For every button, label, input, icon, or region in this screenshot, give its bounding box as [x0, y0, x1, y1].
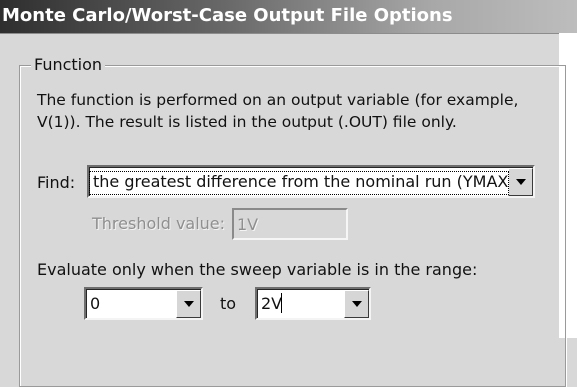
function-description: The function is performed on an output v…: [37, 89, 557, 133]
range-from-dropdown-button[interactable]: [176, 290, 201, 318]
range-label: Evaluate only when the sweep variable is…: [37, 260, 478, 279]
range-from-dropdown[interactable]: 0: [84, 287, 203, 320]
threshold-label: Threshold value:: [92, 214, 226, 233]
range-to-dropdown-button[interactable]: [344, 290, 369, 318]
chevron-down-icon: [351, 301, 362, 307]
function-group-label: Function: [31, 55, 106, 74]
threshold-value: 1V: [237, 215, 259, 234]
text-caret: [281, 293, 282, 313]
find-focus-indicator: [89, 171, 509, 195]
window-title: Monte Carlo/Worst-Case Output File Optio…: [2, 5, 453, 26]
description-line-2: V(1)). The result is listed in the outpu…: [37, 113, 457, 131]
range-to-value: 2V: [261, 294, 283, 313]
range-to-label: to: [220, 294, 237, 313]
chevron-down-icon: [183, 301, 194, 307]
title-bar: Monte Carlo/Worst-Case Output File Optio…: [0, 0, 577, 34]
range-to-dropdown[interactable]: 2V: [255, 287, 371, 320]
threshold-input: 1V: [232, 208, 348, 240]
description-line-1: The function is performed on an output v…: [37, 91, 519, 109]
find-dropdown-button[interactable]: [508, 168, 533, 196]
find-label: Find:: [37, 173, 76, 192]
chevron-down-icon: [515, 179, 526, 185]
range-from-value: 0: [90, 294, 101, 313]
